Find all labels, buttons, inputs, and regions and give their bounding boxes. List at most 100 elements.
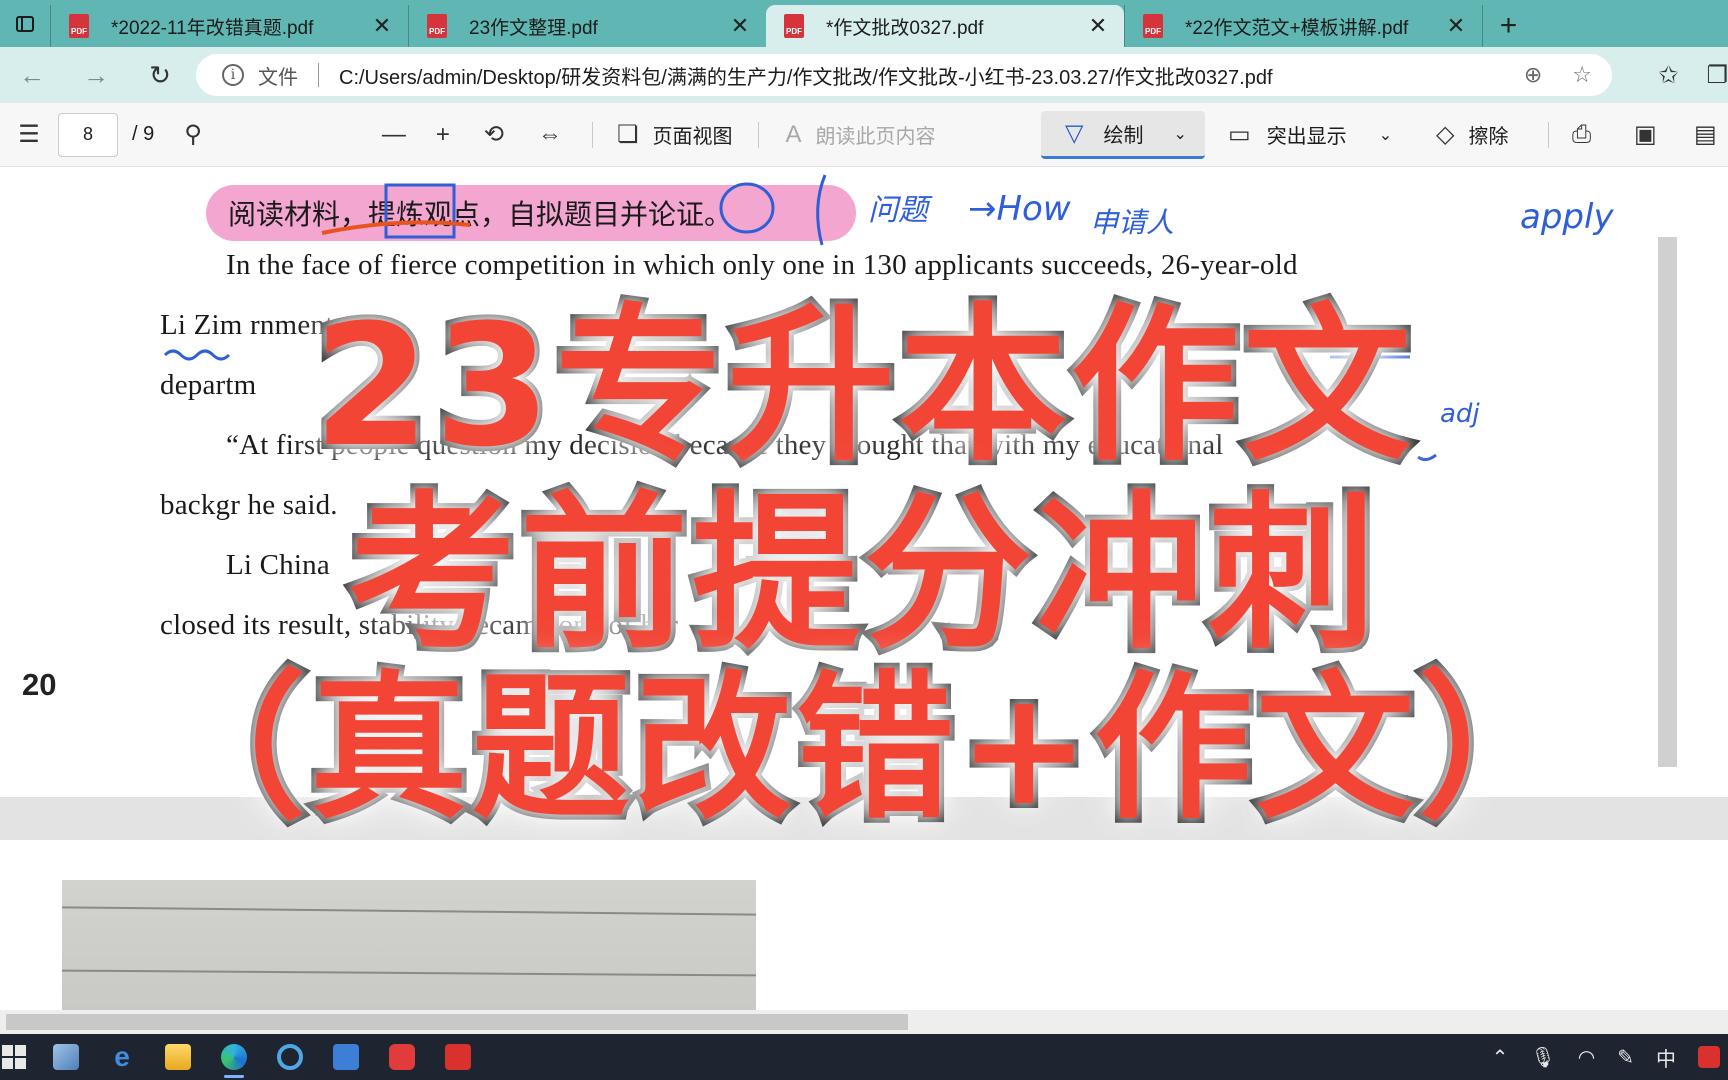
new-tab-button[interactable]: + [1482,5,1534,47]
ink-box [384,183,456,239]
divider [758,121,760,148]
file-scheme-label: 文件 [258,66,298,89]
ink-circle [719,182,775,234]
arrow-right-icon: → [83,59,109,90]
taskbar-app[interactable]: e [94,1034,150,1080]
rotate-button[interactable]: ⟲ [484,103,504,167]
print-button[interactable]: ⎙ [1572,103,1591,167]
file-explorer-icon [165,1044,191,1070]
close-tab-icon[interactable]: ✕ [1444,13,1468,39]
taskbar: e ⌃ 🎙 ◠ ✎ 中 [0,1034,1728,1080]
chevron-up-icon[interactable]: ⌃ [1492,1045,1509,1070]
read-aloud-icon: A [785,120,802,148]
pdf-file-icon: PDF [1143,14,1163,38]
ink-note: adj [1440,399,1480,429]
erase-button[interactable]: ◇ 擦除 [1436,103,1508,167]
page-number-input[interactable]: 8 [58,112,118,157]
highlight-button[interactable]: ▭ 突出显示 ⌄ [1228,103,1392,167]
start-button[interactable] [0,1034,28,1080]
fit-width-button[interactable]: ⇔ [538,103,562,167]
back-button[interactable]: ← [0,47,64,103]
tab-4[interactable]: PDF *22作文范文+模板讲解.pdf ✕ [1124,5,1482,47]
find-button[interactable]: ⚲ [184,103,202,167]
eraser-icon: ◇ [1436,121,1455,148]
taskbar-app[interactable] [430,1034,486,1080]
microphone-icon[interactable]: 🎙 [1530,1045,1555,1070]
info-icon[interactable]: i [222,64,244,86]
chevron-down-icon[interactable]: ⌄ [1173,124,1186,144]
internet-explorer-icon: e [114,1041,130,1072]
address-row: ← → ↻ i 文件 C:/Users/admin/Desktop/研发资料包/… [0,47,1728,103]
table-of-contents-button[interactable]: ☰ [0,103,58,167]
body-line: In the face of fierce competition in whi… [226,249,1298,281]
search-app-icon [277,1044,303,1070]
tab-2[interactable]: PDF 23作文整理.pdf ✕ [408,5,766,47]
wifi-icon[interactable]: ◠ [1578,1045,1595,1070]
body-line: Li Zim rnment [160,309,334,341]
input-method[interactable]: 中 [1656,1043,1676,1072]
ink-note: 问题 [868,193,928,228]
taskbar-app[interactable] [318,1034,374,1080]
minus-icon: — [381,120,406,148]
dictionary-tray-icon[interactable] [1698,1046,1720,1068]
favorites-icon[interactable]: ✩ [1658,61,1678,90]
save-button[interactable]: ▣ [1634,103,1657,167]
body-line: Li China [226,549,330,581]
pdf-page: 阅读材料，提炼观点，自拟题目并论证。 问题 →How 申请人 apply adj… [0,167,1728,797]
tab-label: *作文批改0327.pdf [826,17,984,39]
close-tab-icon[interactable]: ✕ [728,13,752,39]
horizontal-scrollbar-thumb[interactable] [6,1014,908,1030]
arrow-left-icon: ← [19,59,45,90]
tab-actions-button[interactable] [0,0,50,47]
edge-browser-icon [221,1044,247,1070]
chevron-down-icon[interactable]: ⌄ [1379,125,1392,145]
taskbar-app-active[interactable] [206,1034,262,1080]
refresh-button[interactable]: ↻ [128,47,192,103]
ink-note: apply [1520,197,1614,237]
save-as-button[interactable]: ▤ [1694,103,1717,167]
ink-note: →How [968,189,1071,229]
taskbar-app[interactable] [38,1034,94,1080]
taskbar-app[interactable] [262,1034,318,1080]
body-line: departm [160,369,257,401]
search-icon: ⚲ [184,121,202,148]
horizontal-scrollbar[interactable] [0,1010,1728,1034]
tab-1[interactable]: PDF *2022-11年改错真题.pdf ✕ [50,5,408,47]
tab-label: *22作文范文+模板讲解.pdf [1185,17,1409,39]
notepad-icon [53,1044,79,1070]
rotate-icon: ⟲ [483,121,504,148]
body-line: backgr he said. [160,489,338,521]
fit-width-icon: ⇔ [537,120,562,148]
vertical-scrollbar[interactable] [1658,237,1677,767]
taskbar-app[interactable] [150,1034,206,1080]
close-tab-icon[interactable]: ✕ [370,13,394,39]
forward-button[interactable]: → [64,47,128,103]
address-bar[interactable]: i 文件 C:/Users/admin/Desktop/研发资料包/满满的生产力… [196,54,1612,96]
read-aloud-button[interactable]: A 朗读此页内容 [785,103,935,167]
ink-note: 申请人 [1090,206,1175,239]
zoom-out-button[interactable]: — [382,103,406,167]
pdf-file-icon: PDF [69,14,89,38]
zoom-in-button[interactable]: + [436,103,450,167]
erase-label: 擦除 [1468,126,1509,148]
page-view-label: 页面视图 [652,126,733,148]
ink-hook [1417,453,1437,462]
close-tab-icon[interactable]: ✕ [1086,13,1110,39]
taskbar-app[interactable] [374,1034,430,1080]
add-favorite-icon[interactable]: ☆ [1572,62,1592,88]
page-number: 20 [22,667,57,702]
pen-icon: ▽ [1065,120,1084,147]
page-view-button[interactable]: ❏ 页面视图 [617,103,733,167]
url-text[interactable]: C:/Users/admin/Desktop/研发资料包/满满的生产力/作文批改… [339,61,1273,90]
read-aloud-label: 朗读此页内容 [815,126,936,148]
photos-icon [333,1044,359,1070]
divider [1548,122,1549,148]
tab-3-active[interactable]: PDF *作文批改0327.pdf ✕ [766,5,1124,47]
scanned-image [62,880,756,1010]
save-icon: ▣ [1634,121,1657,148]
zoom-icon[interactable]: ⊕ [1524,62,1542,88]
draw-button[interactable]: ▽ 绘制 ⌄ [1041,111,1205,159]
pen-icon[interactable]: ✎ [1617,1045,1634,1070]
list-icon: ☰ [18,121,40,148]
collections-icon[interactable]: ❐ [1706,61,1728,90]
